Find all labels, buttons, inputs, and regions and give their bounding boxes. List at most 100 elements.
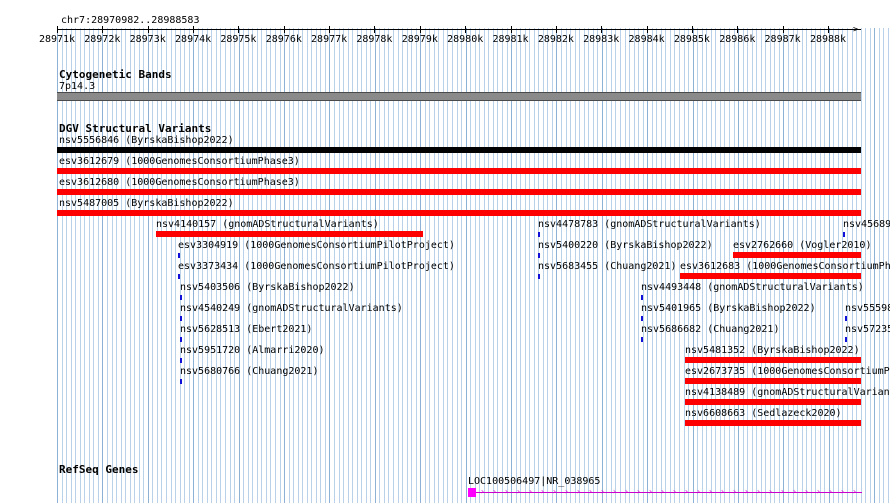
ruler-tick <box>601 26 603 33</box>
strand-chevron-icon: › <box>576 487 581 496</box>
strand-chevron-icon: › <box>660 487 665 496</box>
variant-bar[interactable] <box>685 378 861 384</box>
strand-chevron-icon: › <box>792 487 797 496</box>
variant-label[interactable]: nsv6608663 (Sedlazeck2020) <box>685 408 842 420</box>
ruler-line <box>57 29 861 30</box>
variant-bar[interactable] <box>733 252 861 258</box>
position-label: chr7:28970982..28988583 <box>61 15 200 26</box>
strand-chevron-icon: › <box>588 487 593 496</box>
strand-chevron-icon: › <box>528 487 533 496</box>
variant-label[interactable]: nsv5683455 (Chuang2021) <box>538 261 676 273</box>
strand-chevron-icon: › <box>552 487 557 496</box>
ruler-tick-label: 28981k <box>492 34 529 45</box>
ruler-tick-label: 28980k <box>447 34 484 45</box>
variant-label[interactable]: nsv5680766 (Chuang2021) <box>180 366 318 378</box>
variant-label[interactable]: nsv5487005 (ByrskaBishop2022) <box>59 198 234 210</box>
ruler-tick-label: 28971k <box>38 34 76 45</box>
strand-chevron-icon: › <box>672 487 677 496</box>
strand-chevron-icon: › <box>816 487 821 496</box>
variant-label[interactable]: nsv5556846 (ByrskaBishop2022) <box>59 135 234 147</box>
variant-tick[interactable] <box>180 358 182 363</box>
variant-tick[interactable] <box>845 337 847 342</box>
ruler-tick-label: 28977k <box>311 34 348 45</box>
variant-label[interactable]: nsv4138489 (gnomADStructuralVarian <box>685 387 890 399</box>
ruler-tick-label: 28983k <box>583 34 620 45</box>
variant-bar[interactable] <box>685 399 861 405</box>
variant-label[interactable]: nsv5401965 (ByrskaBishop2022) <box>641 303 816 315</box>
ruler-tick-label: 28985k <box>673 34 710 45</box>
variant-label[interactable]: esv3612679 (1000GenomesConsortiumPhase3) <box>59 156 300 168</box>
variant-label[interactable]: nsv5400220 (ByrskaBishop2022) <box>538 240 713 252</box>
dgv-track-title: DGV Structural Variants <box>59 122 212 135</box>
variant-tick[interactable] <box>178 274 180 279</box>
ruler-tick-label: 28988k <box>809 34 847 45</box>
variant-label[interactable]: nsv57235 <box>845 324 890 336</box>
variant-tick[interactable] <box>845 316 847 321</box>
variant-label[interactable]: esv2762660 (Vogler2010) <box>733 240 871 252</box>
variant-tick[interactable] <box>180 337 182 342</box>
strand-chevron-icon: › <box>492 487 497 496</box>
ruler-tick <box>193 26 195 33</box>
ruler-tick <box>465 26 467 33</box>
variant-label[interactable]: nsv45689 <box>843 219 890 231</box>
ruler-tick-label: 28979k <box>401 34 438 45</box>
variant-tick[interactable] <box>843 232 845 237</box>
strand-chevron-icon: › <box>852 487 857 496</box>
variant-label[interactable]: nsv4140157 (gnomADStructuralVariants) <box>156 219 379 231</box>
ruler-tick <box>147 26 149 33</box>
variant-label[interactable]: nsv5403506 (ByrskaBishop2022) <box>180 282 355 294</box>
variant-label[interactable]: nsv55598 <box>845 303 890 315</box>
variant-label[interactable]: nsv4493448 (gnomADStructuralVariants) <box>641 282 864 294</box>
variant-bar[interactable] <box>156 231 423 237</box>
variant-tick[interactable] <box>538 232 540 237</box>
ruler-tick-label: 28976k <box>265 34 302 45</box>
strand-chevron-icon: › <box>564 487 569 496</box>
ruler-tick <box>102 26 104 33</box>
variant-bar[interactable] <box>685 420 861 426</box>
ruler-tick <box>782 26 784 33</box>
variant-label[interactable]: esv3304919 (1000GenomesConsortiumPilotPr… <box>178 240 455 252</box>
variant-label[interactable]: esv3612683 (1000GenomesConsortiumPh <box>680 261 890 273</box>
variant-label[interactable]: nsv5951720 (Almarri2020) <box>180 345 325 357</box>
ruler-tick <box>329 26 331 33</box>
strand-chevron-icon: › <box>732 487 737 496</box>
variant-tick[interactable] <box>641 337 643 342</box>
strand-chevron-icon: › <box>600 487 605 496</box>
variant-label[interactable]: esv2673735 (1000GenomesConsortiumPl <box>685 366 890 378</box>
strand-chevron-icon: › <box>624 487 629 496</box>
variant-bar[interactable] <box>680 273 861 279</box>
ruler-tick <box>691 26 693 33</box>
variant-bar[interactable] <box>57 147 861 153</box>
strand-chevron-icon: › <box>708 487 713 496</box>
variant-label[interactable]: nsv4478783 (gnomADStructuralVariants) <box>538 219 761 231</box>
genome-browser-view: chr7:28970982..28988583 > 28971k 28972k 28… <box>0 0 890 503</box>
ruler-tick <box>646 26 648 33</box>
ruler-tick-label: 28987k <box>764 34 801 45</box>
strand-chevron-icon: › <box>636 487 641 496</box>
variant-bar[interactable] <box>57 189 861 195</box>
variant-tick[interactable] <box>180 295 182 300</box>
variant-tick[interactable] <box>538 274 540 279</box>
variant-bar[interactable] <box>57 210 861 216</box>
variant-tick[interactable] <box>180 379 182 384</box>
variant-label[interactable]: nsv5481352 (ByrskaBishop2022) <box>685 345 860 357</box>
ruler-tick-label: 28973k <box>129 34 166 45</box>
variant-tick[interactable] <box>641 316 643 321</box>
variant-bar[interactable] <box>685 357 861 363</box>
variant-tick[interactable] <box>538 253 540 258</box>
ruler-tick-label: 28984k <box>628 34 665 45</box>
variant-label[interactable]: nsv4540249 (gnomADStructuralVariants) <box>180 303 403 315</box>
variant-label[interactable]: esv3373434 (1000GenomesConsortiumPilotPr… <box>178 261 455 273</box>
variant-label[interactable]: nsv5686682 (Chuang2021) <box>641 324 779 336</box>
variant-bar[interactable] <box>57 168 861 174</box>
variant-label[interactable]: esv3612680 (1000GenomesConsortiumPhase3) <box>59 177 300 189</box>
ruler-tick <box>374 26 376 33</box>
strand-chevron-icon: › <box>648 487 653 496</box>
variant-tick[interactable] <box>178 253 180 258</box>
variant-tick[interactable] <box>641 295 643 300</box>
gene-exon[interactable] <box>468 488 476 497</box>
ruler-tick-label: 28972k <box>84 34 121 45</box>
variant-label[interactable]: nsv5628513 (Ebert2021) <box>180 324 312 336</box>
cytoband-bar[interactable] <box>57 92 861 101</box>
variant-tick[interactable] <box>180 316 182 321</box>
